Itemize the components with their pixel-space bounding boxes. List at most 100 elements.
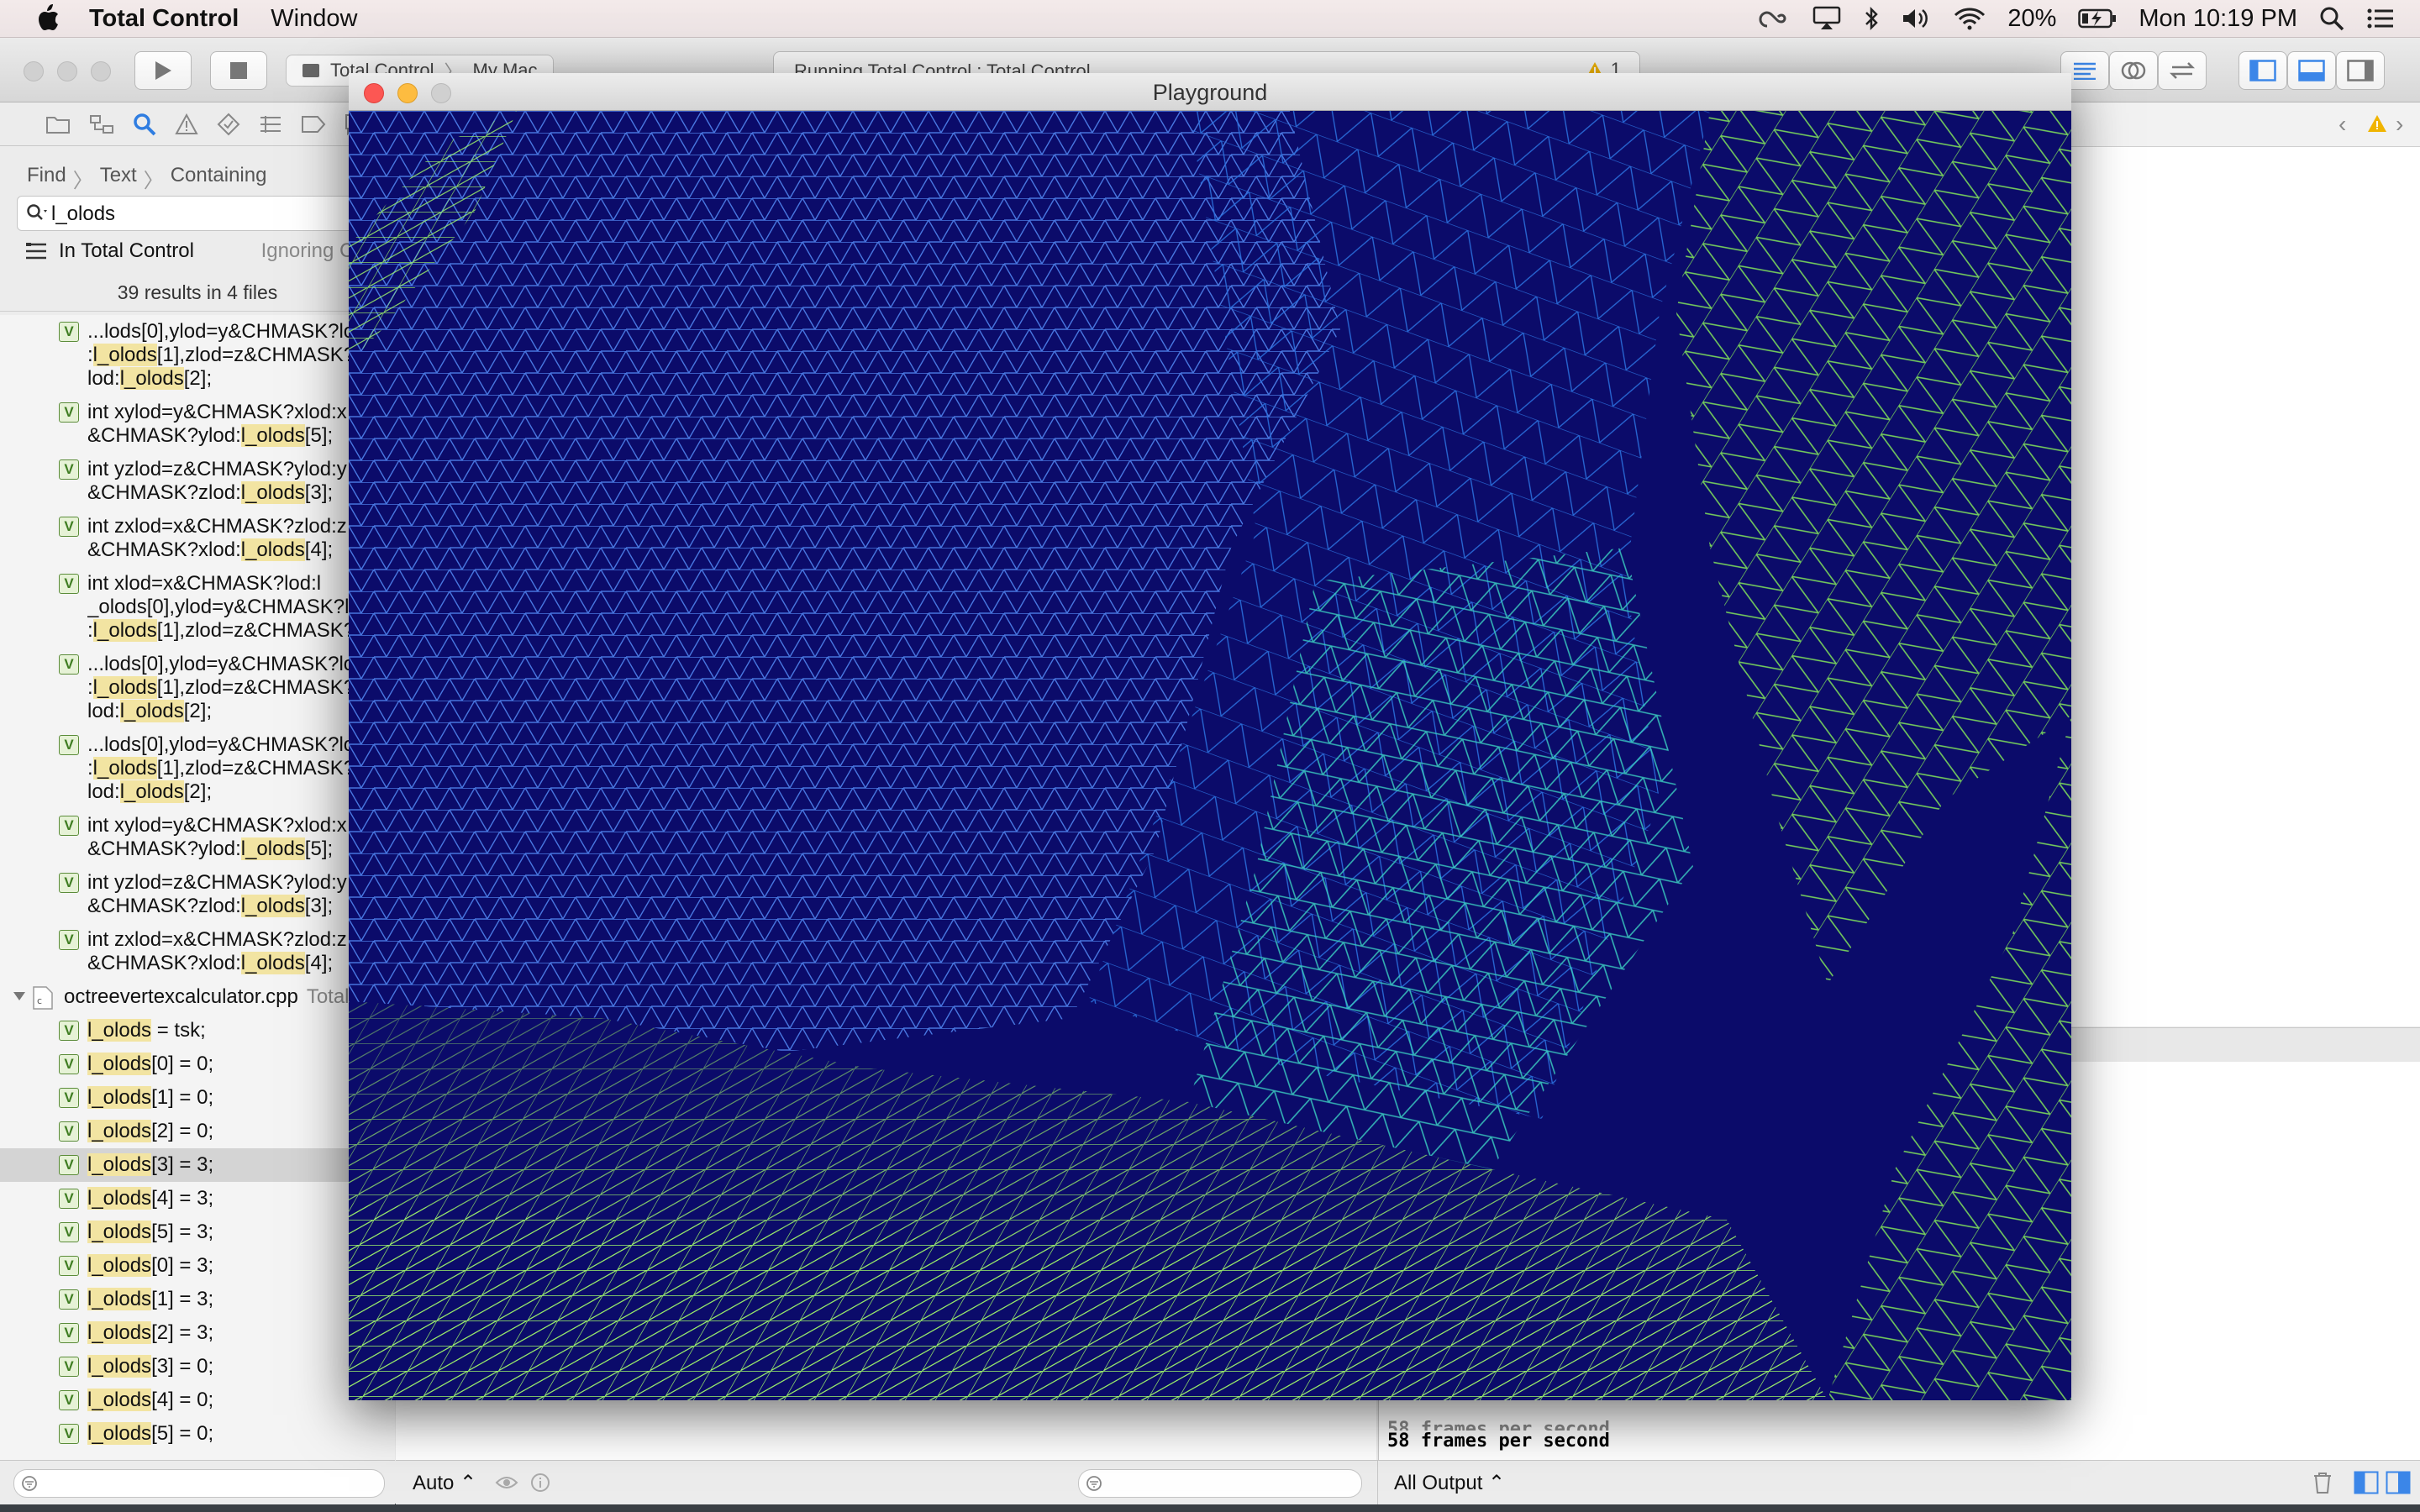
battery-charging-icon[interactable]: [2078, 8, 2117, 29]
issue-navigator-icon[interactable]: [175, 113, 198, 135]
window-menu[interactable]: Window: [271, 5, 357, 33]
stop-button[interactable]: [210, 51, 267, 90]
toggle-navigator-button[interactable]: [2238, 51, 2287, 90]
warning-icon[interactable]: [2367, 114, 2387, 133]
disclosure-triangle-icon[interactable]: [12, 989, 27, 1004]
search-navigator-icon[interactable]: [133, 113, 156, 136]
search-result-row[interactable]: Vl_olods[3] = 0;: [0, 1350, 395, 1383]
battery-percent: 20%: [2007, 4, 2057, 32]
text-match-icon: V: [59, 1357, 79, 1377]
find-mode-breadcrumb[interactable]: Find 〉 Text 〉 Containing: [27, 164, 266, 193]
match-highlight: l_olods: [87, 1355, 152, 1378]
search-result-row[interactable]: Vl_olods[4] = 0;: [0, 1383, 395, 1417]
match-highlight: l_olods: [87, 1254, 152, 1277]
find-type[interactable]: Text: [100, 164, 137, 193]
info-icon[interactable]: [530, 1473, 550, 1493]
filter-input[interactable]: [13, 1469, 385, 1498]
search-result-row[interactable]: V ...lods[0],ylod=y&CHMASK?lo:l_olods[1],…: [0, 648, 395, 728]
playground-titlebar[interactable]: Playground: [349, 73, 2071, 111]
result-count: 39 results in 4 files: [117, 281, 278, 303]
eye-icon[interactable]: [495, 1473, 518, 1493]
minimize-button[interactable]: [57, 61, 77, 81]
search-value: l_olods: [51, 202, 116, 225]
playground-title: Playground: [1152, 80, 1268, 105]
find-mode[interactable]: Find: [27, 164, 66, 193]
bluetooth-icon[interactable]: [1863, 6, 1880, 31]
zoom-button[interactable]: [91, 61, 111, 81]
search-result-row[interactable]: Vint xylod=y&CHMASK?xlod:x &CHMASK?ylod:l…: [0, 396, 395, 453]
show-variables-icon[interactable]: [2354, 1471, 2379, 1494]
version-editor-icon: [2169, 62, 2196, 79]
wifi-icon[interactable]: [1954, 7, 1986, 30]
search-icon[interactable]: [26, 203, 50, 222]
chevron-right-icon[interactable]: ›: [2396, 111, 2403, 138]
search-result-row[interactable]: Vl_olods[5] = 0;: [0, 1417, 395, 1451]
search-result-row[interactable]: Vl_olods[1] = 0;: [0, 1081, 395, 1115]
variables-scope-select[interactable]: Auto ⌃: [413, 1471, 476, 1495]
search-result-row[interactable]: V ...lods[0],ylod=y&CHMASK?lo:l_olods[1],…: [0, 728, 395, 809]
version-editor-button[interactable]: [2158, 51, 2207, 90]
breakpoint-navigator-icon[interactable]: [301, 115, 326, 134]
match-highlight: l_olods: [119, 367, 184, 390]
folder-icon[interactable]: [45, 114, 71, 134]
search-result-row[interactable]: Vint yzlod=z&CHMASK?ylod:y &CHMASK?zlod:l…: [0, 866, 395, 923]
search-result-row[interactable]: Vl_olods[5] = 3;: [0, 1215, 395, 1249]
chevron-right-icon: 〉: [143, 170, 164, 192]
search-result-row[interactable]: Vl_olods = tsk;: [0, 1014, 395, 1047]
run-button[interactable]: [134, 51, 192, 90]
debug-navigator-icon[interactable]: [259, 114, 282, 134]
toggle-debug-area-button[interactable]: [2287, 51, 2336, 90]
text-match-icon: V: [59, 1121, 79, 1142]
search-result-row[interactable]: Vl_olods[3] = 3;: [0, 1148, 395, 1182]
show-console-icon[interactable]: [2386, 1471, 2411, 1494]
find-search-input[interactable]: l_olods: [17, 196, 388, 231]
search-result-row[interactable]: Vint xylod=y&CHMASK?xlod:x &CHMASK?ylod:l…: [0, 809, 395, 866]
close-button[interactable]: [24, 61, 44, 81]
wireframe-mesh-viewport[interactable]: [349, 111, 2071, 1400]
cpp-file-icon: c: [33, 986, 53, 1010]
console-output-label: All Output: [1394, 1472, 1483, 1494]
search-result-row[interactable]: Vl_olods[2] = 3;: [0, 1316, 395, 1350]
assistant-editor-button[interactable]: [2109, 51, 2158, 90]
text-match-icon: V: [59, 402, 79, 423]
spotlight-search-icon[interactable]: [2319, 6, 2344, 31]
search-results-list[interactable]: V ...lods[0],ylod=y&CHMASK?lod:l_olods[1]…: [0, 315, 395, 1489]
source-editor[interactable]: [2071, 102, 2420, 1026]
search-result-row[interactable]: Vl_olods[0] = 0;: [0, 1047, 395, 1081]
search-result-row[interactable]: Vl_olods[0] = 3;: [0, 1249, 395, 1283]
app-menu[interactable]: Total Control: [89, 5, 239, 33]
match-highlight: l_olods: [240, 424, 305, 447]
result-file-header[interactable]: c octreevertexcalculator.cpp Total: [0, 980, 395, 1014]
scope-label[interactable]: In Total Control: [59, 239, 194, 263]
text-match-icon: V: [59, 1289, 79, 1310]
variables-filter-input[interactable]: [1078, 1469, 1362, 1498]
search-result-row[interactable]: Vint zxlod=x&CHMASK?zlod:z &CHMASK?xlod:l…: [0, 510, 395, 567]
search-result-row[interactable]: Vl_olods[1] = 3;: [0, 1283, 395, 1316]
trash-icon[interactable]: [2312, 1471, 2333, 1494]
filter-icon: [1086, 1476, 1102, 1491]
chevron-left-icon[interactable]: ‹: [2338, 111, 2346, 138]
creative-cloud-icon[interactable]: [1759, 8, 1791, 29]
match-highlight: l_olods: [87, 1153, 152, 1176]
toggle-utilities-button[interactable]: [2336, 51, 2385, 90]
search-result-row[interactable]: Vint yzlod=z&CHMASK?ylod:y &CHMASK?zlod:l…: [0, 453, 395, 510]
console-output-select[interactable]: All Output ⌃: [1394, 1471, 1505, 1495]
navigator-selector-bar: [0, 102, 395, 146]
symbol-navigator-icon[interactable]: [89, 114, 114, 134]
stop-icon: [230, 62, 247, 79]
playground-window[interactable]: Playground: [349, 73, 2071, 1400]
clock[interactable]: Mon 10:19 PM: [2139, 5, 2297, 33]
search-scope[interactable]: In Total Control Ignoring Case: [25, 239, 387, 263]
utilities-panel-icon: [2347, 60, 2374, 81]
volume-icon[interactable]: [1902, 7, 1932, 30]
notification-center-icon[interactable]: [2366, 7, 2395, 30]
search-result-row[interactable]: Vl_olods[4] = 3;: [0, 1182, 395, 1215]
search-result-row[interactable]: Vint xlod=x&CHMASK?lod:l _olods[0],ylod=y…: [0, 567, 395, 648]
search-result-row[interactable]: Vint zxlod=x&CHMASK?zlod:z &CHMASK?xlod:l…: [0, 923, 395, 980]
find-match[interactable]: Containing: [171, 164, 267, 193]
search-result-row[interactable]: V ...lods[0],ylod=y&CHMASK?lod:l_olods[1]…: [0, 315, 395, 396]
airplay-icon[interactable]: [1812, 6, 1841, 31]
test-navigator-icon[interactable]: [217, 113, 240, 136]
search-result-row[interactable]: Vl_olods[2] = 0;: [0, 1115, 395, 1148]
apple-logo-icon[interactable]: [34, 3, 60, 34]
